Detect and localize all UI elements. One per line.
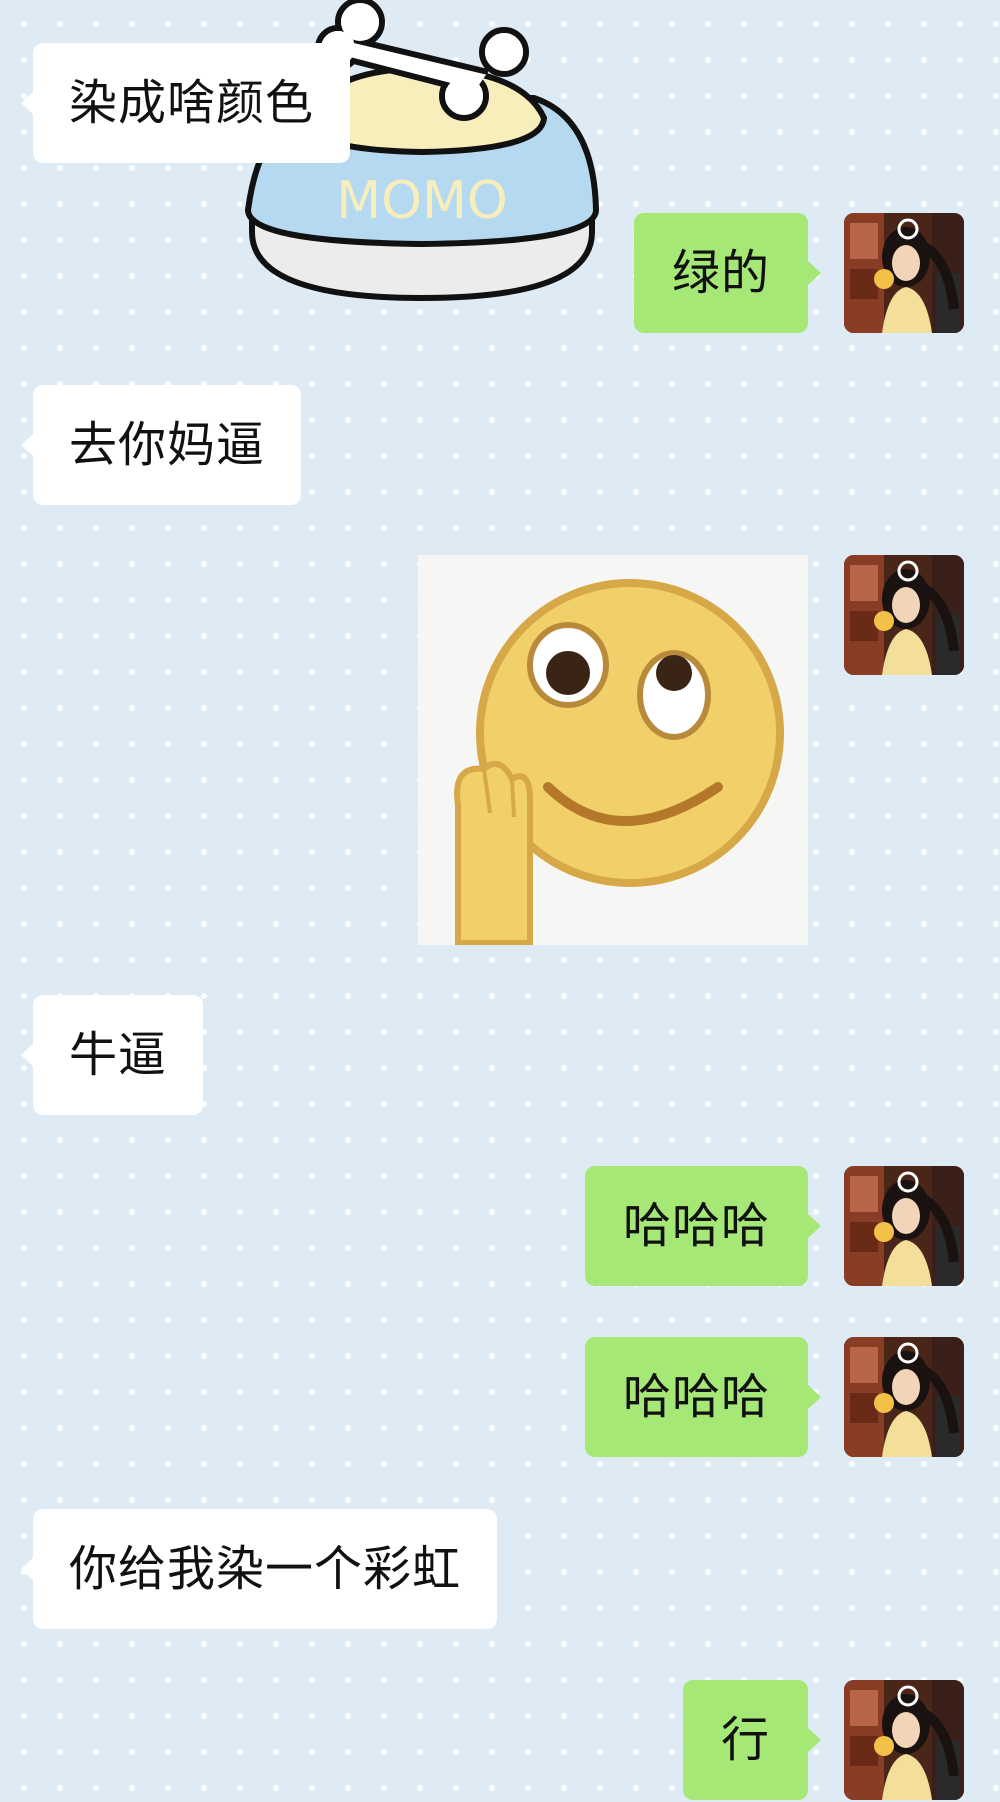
outgoing-message-bubble[interactable]: 绿的: [633, 213, 822, 333]
incoming-message-bubble[interactable]: 牛逼: [20, 995, 204, 1115]
outgoing-message-bubble[interactable]: 哈哈哈: [584, 1337, 822, 1457]
user-avatar[interactable]: [844, 1680, 964, 1800]
user-avatar[interactable]: [844, 555, 964, 675]
user-avatar[interactable]: [844, 213, 964, 333]
avatar-photo: [844, 1166, 964, 1286]
avatar-photo: [844, 1680, 964, 1800]
incoming-message-bubble[interactable]: 染成啥颜色: [20, 43, 351, 163]
user-avatar[interactable]: [844, 1166, 964, 1286]
incoming-message-bubble[interactable]: 你给我染一个彩虹: [20, 1509, 498, 1629]
avatar-photo: [844, 555, 964, 675]
momo-label: MOMO: [336, 171, 508, 231]
user-avatar[interactable]: [844, 1337, 964, 1457]
avatar-photo: [844, 1337, 964, 1457]
outgoing-message-bubble[interactable]: 行: [682, 1680, 822, 1800]
outgoing-message-bubble[interactable]: 哈哈哈: [584, 1166, 822, 1286]
incoming-message-bubble[interactable]: 去你妈逼: [20, 385, 302, 505]
avatar-photo: [844, 213, 964, 333]
smirk-emoji-sticker[interactable]: [418, 555, 808, 945]
chat-view[interactable]: MOMO 染成啥颜色 绿的 去你妈逼 牛逼 哈哈哈 哈哈哈 你给我染一个彩虹 行: [0, 0, 1000, 1802]
